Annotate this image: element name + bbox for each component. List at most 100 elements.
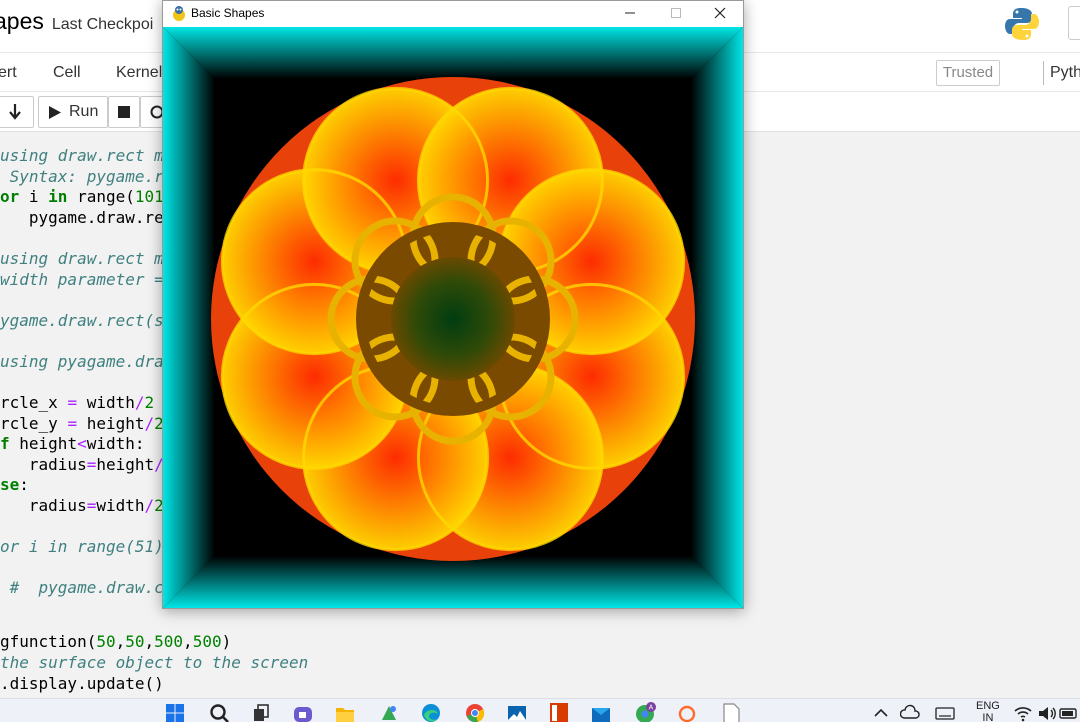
pygame-drawing-surface bbox=[163, 27, 743, 608]
code-token: i bbox=[19, 187, 49, 206]
notepad-icon[interactable] bbox=[720, 702, 742, 722]
search-icon[interactable] bbox=[208, 702, 230, 722]
code-token: / bbox=[144, 414, 155, 433]
code-token: = bbox=[86, 496, 97, 515]
window-titlebar[interactable]: Basic Shapes bbox=[163, 1, 743, 27]
show-hidden-icons-chevron-icon[interactable] bbox=[870, 702, 892, 722]
close-icon bbox=[714, 7, 726, 19]
code-token: rcle_x bbox=[0, 393, 68, 412]
code-token: 50 bbox=[125, 632, 145, 651]
code-line[interactable]: or i in range(101) bbox=[0, 187, 173, 206]
code-token: gfunction( bbox=[0, 632, 97, 651]
code-token: radius bbox=[0, 455, 87, 474]
notebook-title-text[interactable]: apes bbox=[0, 8, 44, 34]
code-token: 500 bbox=[192, 632, 222, 651]
outlook-icon[interactable] bbox=[590, 702, 612, 722]
maximize-icon bbox=[671, 8, 681, 18]
trusted-indicator[interactable]: Trusted bbox=[936, 60, 1000, 86]
code-line[interactable]: or i in range(51) bbox=[0, 537, 164, 556]
code-token: / bbox=[134, 393, 145, 412]
code-token: width bbox=[77, 393, 135, 412]
menu-insert[interactable]: ert bbox=[0, 64, 17, 82]
code-token: ) bbox=[221, 632, 232, 651]
minimize-button[interactable] bbox=[607, 1, 653, 27]
region-label: IN bbox=[982, 712, 994, 722]
svg-text:A: A bbox=[649, 705, 654, 712]
interrupt-button[interactable] bbox=[108, 96, 140, 128]
chrome-profile-icon[interactable]: A bbox=[634, 702, 656, 722]
chrome-icon[interactable] bbox=[464, 702, 486, 722]
frame-bottom-band bbox=[163, 556, 743, 608]
code-line[interactable]: ygame.draw.rect(s bbox=[0, 311, 164, 330]
minimize-icon bbox=[625, 12, 635, 14]
menu-kernel[interactable]: Kernel bbox=[116, 64, 162, 82]
notebook-title[interactable]: apes Last Checkpoi bbox=[0, 8, 153, 35]
frame-top-band bbox=[163, 27, 743, 79]
volume-icon[interactable] bbox=[1036, 702, 1058, 722]
code-line[interactable]: width parameter = bbox=[0, 270, 164, 289]
code-token: = bbox=[86, 455, 97, 474]
frame-left-band bbox=[163, 27, 215, 608]
battery-icon[interactable] bbox=[1058, 702, 1080, 722]
code-line[interactable]: rcle_x = width/2 + bbox=[0, 393, 173, 412]
move-down-button[interactable] bbox=[0, 96, 34, 128]
code-token: height bbox=[96, 455, 155, 474]
header-login-box[interactable] bbox=[1068, 6, 1080, 40]
hub-center bbox=[391, 257, 515, 381]
code-token: or bbox=[0, 187, 20, 206]
code-line[interactable]: using draw.rect mod bbox=[0, 146, 183, 165]
language-indicator[interactable]: ENG IN bbox=[976, 700, 1000, 722]
code-token: using draw.rect mod bbox=[0, 249, 184, 268]
task-view-icon[interactable] bbox=[250, 702, 272, 722]
code-line[interactable]: using pyagame.dra bbox=[0, 352, 164, 371]
code-token: height bbox=[77, 414, 145, 433]
code-line[interactable]: # pygame.draw.ci bbox=[0, 578, 174, 597]
menu-cell[interactable]: Cell bbox=[53, 64, 81, 82]
code-token: se bbox=[0, 475, 20, 494]
code-line[interactable]: rcle_y = height/2 bbox=[0, 414, 164, 433]
stop-icon bbox=[118, 106, 130, 118]
pygame-window[interactable]: Basic Shapes bbox=[162, 0, 744, 609]
code-line[interactable]: se: bbox=[0, 475, 29, 494]
photos-icon[interactable] bbox=[378, 702, 400, 722]
close-window-button[interactable] bbox=[697, 1, 743, 27]
sound-app-icon[interactable] bbox=[676, 702, 698, 722]
code-line[interactable]: pygame.draw.rect bbox=[0, 208, 183, 227]
code-line[interactable]: the surface object to the screen bbox=[0, 653, 308, 672]
office-icon[interactable] bbox=[548, 702, 570, 722]
code-line[interactable]: Syntax: pygame.rec bbox=[0, 167, 183, 186]
code-token: radius bbox=[0, 496, 87, 515]
code-token: using draw.rect mod bbox=[0, 146, 184, 165]
run-button[interactable]: Run bbox=[38, 96, 108, 128]
language-label: ENG bbox=[976, 700, 1000, 712]
onedrive-icon[interactable] bbox=[900, 702, 922, 722]
windows-start-icon[interactable] bbox=[164, 702, 186, 722]
code-token: f bbox=[0, 434, 10, 453]
keyboard-icon[interactable] bbox=[934, 702, 956, 722]
wifi-icon[interactable] bbox=[1012, 702, 1034, 722]
code-line[interactable]: f height<width: bbox=[0, 434, 145, 453]
code-token: , bbox=[115, 632, 126, 651]
code-token: : bbox=[19, 475, 29, 494]
kernel-name[interactable]: Pyth bbox=[1050, 64, 1080, 82]
code-token: 50 bbox=[96, 632, 116, 651]
code-token: width parameter = bbox=[0, 270, 164, 289]
mail-icon[interactable] bbox=[506, 702, 528, 722]
chat-icon[interactable] bbox=[292, 702, 314, 722]
edge-icon[interactable] bbox=[420, 702, 442, 722]
code-line[interactable]: gfunction(50,50,500,500) bbox=[0, 632, 231, 651]
maximize-button[interactable] bbox=[653, 1, 699, 27]
code-token: using pyagame.dra bbox=[0, 352, 164, 371]
code-token: = bbox=[67, 414, 78, 433]
code-token: in bbox=[48, 187, 68, 206]
code-token: = bbox=[67, 393, 78, 412]
code-token: 101 bbox=[134, 187, 164, 206]
code-line[interactable]: .display.update() bbox=[0, 674, 164, 693]
code-line[interactable]: radius=width/2 bbox=[0, 496, 164, 515]
arrow-down-icon bbox=[9, 104, 21, 120]
play-icon bbox=[49, 106, 61, 119]
code-line[interactable]: using draw.rect mod bbox=[0, 249, 183, 268]
code-token: , bbox=[183, 632, 193, 651]
code-line[interactable]: radius=height/2 bbox=[0, 455, 174, 474]
file-explorer-icon[interactable] bbox=[334, 702, 356, 722]
